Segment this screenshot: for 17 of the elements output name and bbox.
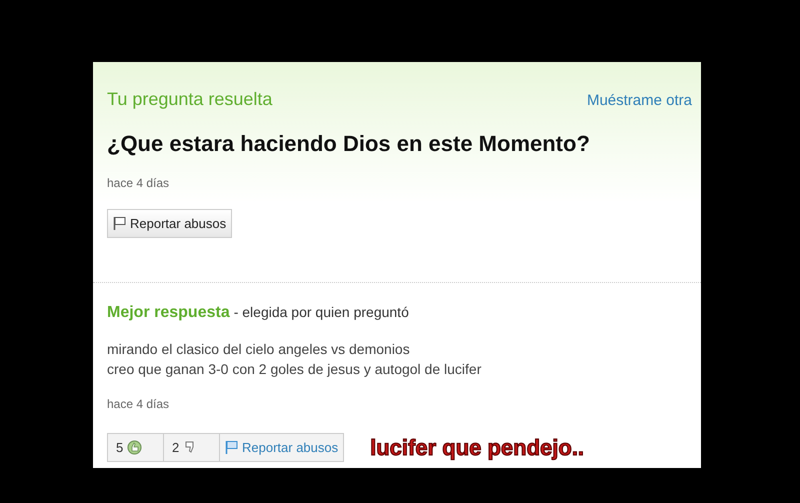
thumbs-down-button[interactable]: 2 <box>164 433 220 462</box>
answer-text: creo que ganan 3-0 con 2 goles de jesus y autogol de lucifer <box>107 360 482 379</box>
next-question-link[interactable]: Muéstrame otra <box>586 90 701 112</box>
answer-text: mirando el clasico del cielo angeles vs demonios <box>107 340 411 359</box>
best-answer-label: Mejor respuesta <box>107 303 230 323</box>
report-button[interactable]: Reportar abusos <box>220 433 344 462</box>
meme-caption: lucifer que pendejo.. <box>370 434 584 462</box>
best-answer-note: - elegida por quien preguntó <box>234 303 409 322</box>
status-heading: Tu pregunta resuelta <box>107 88 272 111</box>
question-title: ¿Que estara haciendo Dios en este Momento? <box>106 130 591 158</box>
question-time: hace 4 días <box>106 175 170 192</box>
thumbs-up-icon <box>127 440 142 455</box>
answer-time: hace 4 días <box>106 396 170 413</box>
report-button[interactable]: Reportar abusos <box>107 209 232 238</box>
flag-icon <box>113 216 126 231</box>
thumbs-up-button[interactable]: 5 <box>107 433 164 462</box>
flag-icon <box>225 440 238 455</box>
